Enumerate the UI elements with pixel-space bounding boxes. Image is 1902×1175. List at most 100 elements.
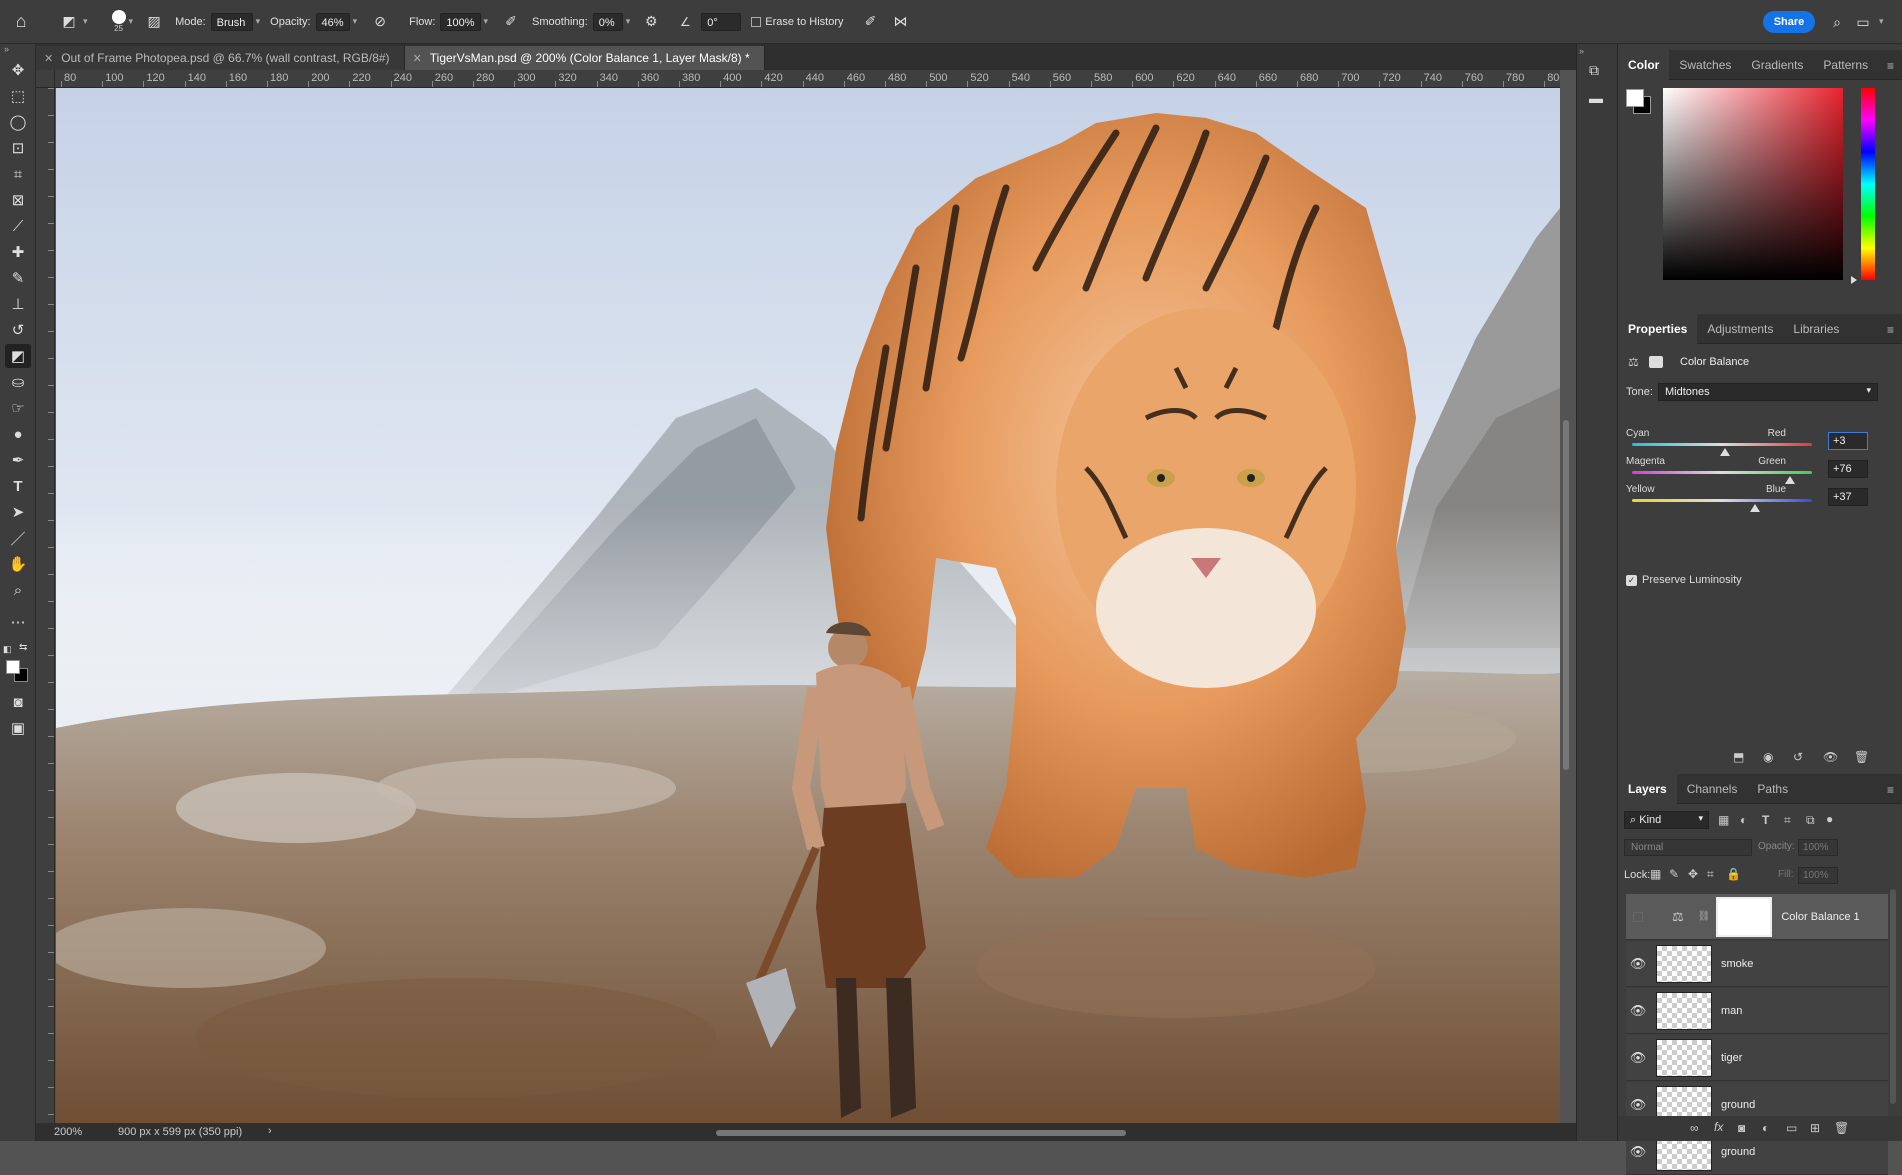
layer-thumbnail[interactable]	[1656, 944, 1712, 983]
foreground-color-swatch[interactable]	[6, 660, 20, 674]
dodge-tool-icon[interactable]: ●	[5, 422, 31, 446]
tone-select[interactable]: Midtones ▾	[1658, 383, 1878, 401]
slider-track[interactable]	[1632, 471, 1812, 474]
mode-caret-icon[interactable]: ▾	[256, 16, 261, 27]
tab-color[interactable]: Color	[1618, 49, 1670, 80]
tab-out-of-frame[interactable]: ✕ Out of Frame Photopea.psd @ 66.7% (wal…	[36, 46, 405, 70]
trash-icon[interactable]: 🗑	[1854, 750, 1869, 764]
tab-gradients[interactable]: Gradients	[1741, 50, 1813, 80]
lock-all-icon[interactable]: 🔒	[1726, 867, 1741, 881]
close-tab-icon[interactable]: ✕	[413, 52, 422, 65]
smoothing-caret-icon[interactable]: ▾	[626, 16, 631, 27]
lock-image-icon[interactable]: ✎	[1669, 867, 1679, 881]
home-icon[interactable]: ⌂	[10, 11, 32, 33]
preserve-luminosity-checkbox[interactable]: ✓	[1626, 575, 1637, 586]
flow-input[interactable]: 100%	[440, 12, 481, 31]
visibility-eye-icon[interactable]: 👁	[1626, 1144, 1650, 1160]
zoom-level[interactable]: 200%	[54, 1126, 82, 1138]
panel-menu-icon[interactable]: ≡	[1887, 59, 1894, 73]
layer-name[interactable]: ground	[1721, 1146, 1755, 1158]
lock-transparent-icon[interactable]: ▦	[1650, 867, 1661, 881]
filter-shape-icon[interactable]: ⌗	[1784, 813, 1791, 828]
slider-thumb[interactable]	[1719, 448, 1730, 456]
clone-stamp-tool-icon[interactable]: ⊥	[5, 292, 31, 316]
new-group-icon[interactable]: ▭	[1786, 1121, 1797, 1135]
slider-thumb[interactable]	[1750, 504, 1761, 512]
hue-thumb-icon[interactable]	[1851, 276, 1857, 284]
pressure-size-icon[interactable]: ✐	[859, 11, 881, 33]
erase-history-checkbox[interactable]	[751, 16, 762, 27]
layer-mask-icon[interactable]	[1649, 356, 1663, 368]
slider-track[interactable]	[1632, 499, 1812, 502]
layers-scrollbar[interactable]	[1890, 889, 1896, 1104]
close-tab-icon[interactable]: ✕	[44, 52, 53, 65]
status-menu-chevron-icon[interactable]: ›	[268, 1125, 272, 1137]
panel-menu-icon[interactable]: ≡	[1887, 323, 1894, 337]
delete-layer-icon[interactable]: 🗑	[1834, 1121, 1849, 1135]
frame-tool-icon[interactable]: ⊠	[5, 188, 31, 212]
tab-layers[interactable]: Layers	[1618, 773, 1677, 804]
pen-tool-icon[interactable]: ✒	[5, 448, 31, 472]
crop-tool-icon[interactable]: ⌗	[5, 162, 31, 186]
lock-position-icon[interactable]: ✥	[1688, 867, 1698, 881]
blend-mode-select[interactable]: Normal	[1624, 839, 1752, 856]
eraser-tool-icon[interactable]: ◩	[5, 344, 31, 368]
lasso-tool-icon[interactable]: ◯	[5, 110, 31, 134]
lock-artboard-icon[interactable]: ⌗	[1707, 867, 1714, 882]
layer-name[interactable]: smoke	[1721, 958, 1753, 970]
link-icon[interactable]: ⛓	[1698, 911, 1711, 922]
add-mask-icon[interactable]: ◙	[1738, 1121, 1745, 1135]
tab-libraries[interactable]: Libraries	[1783, 314, 1849, 344]
screen-mode-icon[interactable]: ▣	[5, 716, 31, 740]
marquee-tool-icon[interactable]: ⬚	[5, 84, 31, 108]
brush-preset-picker[interactable]: 25	[111, 10, 126, 33]
workspace-icon[interactable]: ▭	[1852, 11, 1874, 33]
type-tool-icon[interactable]: T	[5, 474, 31, 498]
visibility-eye-icon[interactable]: 👁	[1626, 1097, 1650, 1113]
document-canvas[interactable]	[56, 88, 1560, 1128]
link-layers-icon[interactable]: ∞	[1690, 1121, 1699, 1135]
horizontal-scrollbar[interactable]	[716, 1130, 1126, 1136]
layer-row[interactable]: ⚖ ⛓ Color Balance 1	[1626, 894, 1888, 940]
filter-pixel-icon[interactable]: ▦	[1718, 813, 1729, 827]
vertical-ruler[interactable]	[36, 88, 55, 1128]
more-tools-icon[interactable]: ⋯	[5, 610, 31, 634]
history-brush-tool-icon[interactable]: ↺	[5, 318, 31, 342]
zoom-tool-icon[interactable]: ⌕	[5, 578, 31, 602]
filter-smart-icon[interactable]: ⧉	[1806, 813, 1815, 828]
layer-row[interactable]: 👁 man	[1626, 988, 1888, 1034]
layer-name[interactable]: man	[1721, 1005, 1742, 1017]
new-layer-icon[interactable]: ⊞	[1810, 1121, 1820, 1135]
tab-properties[interactable]: Properties	[1618, 313, 1698, 344]
brush-settings-icon[interactable]: ▨	[143, 11, 165, 33]
slider-value-input[interactable]: +37	[1828, 488, 1868, 506]
hue-slider[interactable]	[1861, 88, 1875, 280]
view-previous-icon[interactable]: ◉	[1763, 750, 1773, 764]
color-saturation-field[interactable]	[1663, 88, 1843, 280]
layer-style-fx-icon[interactable]: fx	[1714, 1120, 1723, 1134]
layer-opacity-input[interactable]: 100%	[1798, 839, 1838, 856]
gear-icon[interactable]: ⚙	[640, 11, 662, 33]
airbrush-icon[interactable]: ✐	[500, 11, 522, 33]
pressure-opacity-icon[interactable]: ⊘	[369, 11, 391, 33]
panel-menu-icon[interactable]: ≡	[1887, 783, 1894, 797]
default-colors-icon[interactable]: ◧	[3, 644, 12, 655]
brush-tool-icon[interactable]: ✎	[5, 266, 31, 290]
search-icon[interactable]: ⌕	[1826, 11, 1848, 33]
color-fg-swatch[interactable]	[1626, 89, 1644, 107]
comments-panel-icon[interactable]: ▬	[1589, 90, 1603, 106]
hand-tool-icon[interactable]: ✋	[5, 552, 31, 576]
eyedropper-tool-icon[interactable]: ⟋	[5, 214, 31, 238]
vertical-scrollbar[interactable]	[1563, 420, 1569, 770]
quick-mask-icon[interactable]: ◙	[5, 690, 31, 714]
healing-tool-icon[interactable]: ✚	[5, 240, 31, 264]
smoothing-input[interactable]: 0%	[592, 12, 623, 31]
visibility-eye-icon[interactable]	[1633, 911, 1643, 922]
filter-adjustment-icon[interactable]: ◐	[1740, 813, 1747, 827]
reset-icon[interactable]: ↺	[1793, 750, 1803, 764]
strip-collapse-icon[interactable]: »	[1579, 46, 1584, 56]
new-adjustment-icon[interactable]: ◐	[1762, 1121, 1769, 1135]
tool-preset-caret-icon[interactable]: ▾	[83, 16, 88, 27]
clip-to-layer-icon[interactable]: ⬒	[1733, 750, 1744, 764]
object-select-tool-icon[interactable]: ⊡	[5, 136, 31, 160]
